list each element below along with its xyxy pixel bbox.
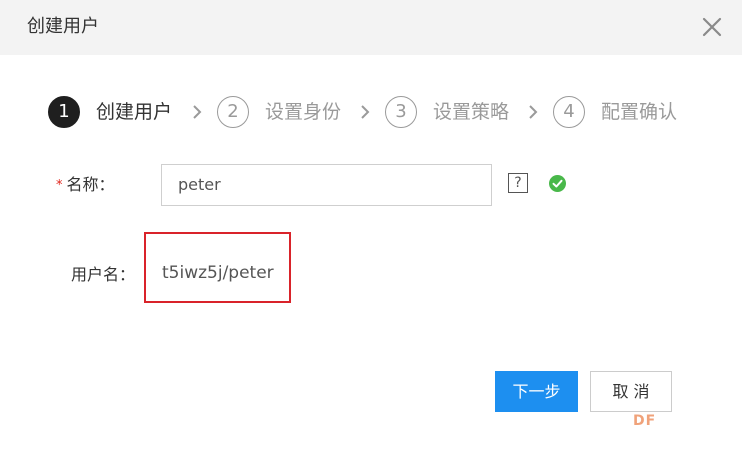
chevron-right-icon <box>193 105 202 119</box>
cancel-button[interactable]: 取 消 <box>590 371 672 412</box>
username-label: 用户名： <box>71 265 136 284</box>
name-label-colon: ： <box>98 175 115 194</box>
chevron-right-icon <box>529 105 538 119</box>
required-mark: * <box>56 178 63 193</box>
step-3-label: 设置策略 <box>433 101 510 123</box>
next-button[interactable]: 下一步 <box>495 371 578 412</box>
username-value: t5iwz5j/peter <box>162 263 274 283</box>
step-1-label: 创建用户 <box>96 101 173 123</box>
step-2-label: 设置身份 <box>265 101 342 123</box>
step-3-number: 3 <box>385 96 417 128</box>
name-label-text: 名称 <box>66 175 99 194</box>
step-4-label: 配置确认 <box>601 101 678 123</box>
name-label: * 名称： <box>56 174 115 198</box>
chevron-right-icon <box>361 105 370 119</box>
check-circle-icon <box>549 175 566 192</box>
step-1-number: 1 <box>48 96 80 128</box>
step-2-number: 2 <box>217 96 249 128</box>
name-input[interactable]: peter <box>161 164 492 206</box>
dialog-title: 创建用户 <box>27 16 99 37</box>
dialog-header: 创建用户 <box>0 0 742 55</box>
stepper: 1 创建用户 2 设置身份 3 设置策略 4 配置确认 <box>0 96 742 136</box>
step-4-number: 4 <box>553 96 585 128</box>
help-icon[interactable]: ? <box>508 173 528 193</box>
watermark: DF <box>633 413 657 429</box>
close-icon[interactable] <box>700 15 724 39</box>
